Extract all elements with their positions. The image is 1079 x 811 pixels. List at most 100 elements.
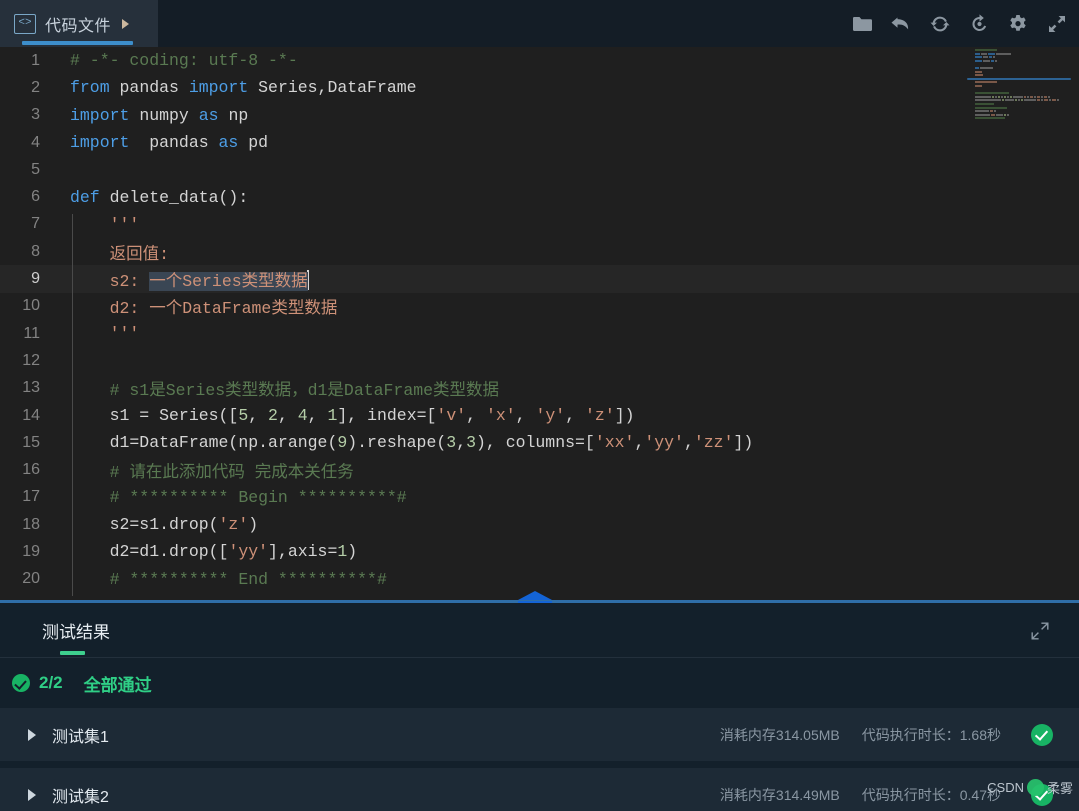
code-line[interactable]: 6 def delete_data(): bbox=[0, 183, 1079, 210]
code-token: from bbox=[70, 78, 120, 98]
chevron-right-icon[interactable] bbox=[28, 788, 36, 801]
expand-diagonal-icon[interactable] bbox=[1029, 620, 1051, 642]
code-line[interactable]: 5 bbox=[0, 156, 1079, 183]
code-token: ]) bbox=[614, 406, 635, 425]
code-token: 4 bbox=[297, 406, 308, 425]
code-token: , bbox=[307, 406, 328, 425]
code-token: np bbox=[228, 105, 249, 125]
code-line[interactable]: 11 ''' bbox=[0, 320, 1079, 347]
folder-icon[interactable] bbox=[850, 12, 874, 36]
gutter-spacer bbox=[46, 74, 70, 101]
code-lines[interactable]: 1 # -*- coding: utf-8 -*- 2 from pandas imp… bbox=[0, 47, 1079, 602]
mudu-ide-window: <> 代码文件 1 # -*- coding: utf-8 -*- 2 from… bbox=[0, 0, 1079, 811]
line-number: 5 bbox=[31, 160, 40, 178]
code-token: 2 bbox=[268, 406, 278, 425]
code-line[interactable]: 9 s2: 一个Series类型数据 bbox=[0, 265, 1079, 293]
gutter-spacer bbox=[46, 456, 70, 483]
code-token: delete_data(): bbox=[109, 187, 249, 207]
chevron-up-icon bbox=[518, 591, 552, 600]
line-number: 3 bbox=[31, 106, 40, 124]
code-token: # ********** Begin **********# bbox=[70, 487, 407, 507]
expand-icon[interactable] bbox=[1045, 12, 1069, 36]
gutter-spacer bbox=[46, 402, 70, 429]
test-results-panel: 测试结果 2/2 全部通过 测试集1 消耗内存314.05MB 代码执行时长：1.6… bbox=[0, 603, 1079, 811]
code-token: # ********** End **********# bbox=[70, 569, 387, 589]
gutter-spacer bbox=[46, 484, 70, 511]
code-line-text: ''' bbox=[70, 215, 140, 234]
line-number: 8 bbox=[31, 242, 40, 260]
test-row-name: 测试集1 bbox=[52, 728, 109, 746]
code-token: ], index=[ bbox=[337, 406, 437, 425]
line-number: 13 bbox=[22, 379, 40, 397]
line-number: 7 bbox=[31, 215, 40, 233]
code-token: 5 bbox=[238, 406, 249, 425]
code-token: 1 bbox=[337, 542, 348, 562]
code-token: , bbox=[565, 406, 586, 425]
triangle-right-icon[interactable] bbox=[122, 18, 130, 29]
line-number: 14 bbox=[22, 406, 40, 424]
code-token: ) bbox=[347, 542, 358, 562]
code-line[interactable]: 20 # ********** End **********# bbox=[0, 566, 1079, 593]
code-line[interactable]: 17 # ********** Begin **********# bbox=[0, 484, 1079, 511]
code-line[interactable]: 2 from pandas import Series,DataFrame bbox=[0, 74, 1079, 101]
code-line[interactable]: 1 # -*- coding: utf-8 -*- bbox=[0, 47, 1079, 74]
code-line-text: # ********** End **********# bbox=[70, 570, 387, 589]
code-token: 'x' bbox=[485, 406, 516, 425]
code-line[interactable]: 18 s2=s1.drop('z') bbox=[0, 511, 1079, 538]
code-line-text: d2=d1.drop(['yy'],axis=1) bbox=[70, 542, 358, 562]
gutter-spacer bbox=[46, 347, 70, 374]
restore-icon[interactable] bbox=[967, 12, 991, 36]
code-line-text: # 请在此添加代码 完成本关任务 bbox=[70, 458, 354, 482]
code-line[interactable]: 15 d1=DataFrame(np.arange(9).reshape(3,3… bbox=[0, 429, 1079, 456]
code-line[interactable]: 8 返回值: bbox=[0, 238, 1079, 265]
gutter-spacer bbox=[46, 429, 70, 456]
code-line[interactable]: 10 d2: 一个DataFrame类型数据 bbox=[0, 293, 1079, 320]
gutter-spacer bbox=[46, 183, 70, 210]
status-badge bbox=[1031, 783, 1053, 806]
gear-icon[interactable] bbox=[1006, 12, 1030, 36]
test-row[interactable]: 测试集2 消耗内存314.49MB 代码执行时长：0.47秒 bbox=[0, 768, 1079, 811]
code-token: ''' bbox=[70, 324, 140, 344]
code-line[interactable]: 14 s1 = Series([5, 2, 4, 1], index=['v',… bbox=[0, 402, 1079, 429]
code-line[interactable]: 4 import pandas as pd bbox=[0, 129, 1079, 156]
refresh-icon[interactable] bbox=[928, 12, 952, 36]
gutter-spacer bbox=[46, 238, 70, 265]
code-token: 1 bbox=[327, 406, 338, 425]
test-row-meta: 消耗内存314.49MB 代码执行时长：0.47秒 bbox=[720, 783, 1079, 806]
code-line[interactable]: 7 ''' bbox=[0, 211, 1079, 238]
code-token: def bbox=[70, 187, 110, 207]
code-line[interactable]: 19 d2=d1.drop(['yy'],axis=1) bbox=[0, 538, 1079, 565]
gutter-spacer bbox=[46, 320, 70, 347]
gutter-spacer bbox=[46, 293, 70, 320]
code-token: # -*- coding: utf-8 -*- bbox=[70, 51, 298, 71]
test-row[interactable]: 测试集1 消耗内存314.05MB 代码执行时长：1.68秒 bbox=[0, 708, 1079, 761]
tab-test-results[interactable]: 测试结果 bbox=[42, 603, 110, 658]
chevron-right-icon[interactable] bbox=[28, 728, 36, 741]
code-token: # 请在此添加代码 完成本关任务 bbox=[70, 463, 354, 483]
code-token: d2=d1.drop([ bbox=[70, 542, 229, 562]
line-number: 4 bbox=[31, 133, 40, 151]
gutter-spacer bbox=[46, 265, 70, 292]
code-token: 3 bbox=[466, 433, 476, 453]
test-row-list: 测试集1 消耗内存314.05MB 代码执行时长：1.68秒测试集2 消耗内存314.… bbox=[0, 708, 1079, 811]
tab-test-results-label: 测试结果 bbox=[42, 622, 110, 642]
code-token: 'v' bbox=[436, 406, 467, 425]
line-number: 16 bbox=[22, 461, 40, 479]
undo-icon[interactable] bbox=[889, 12, 913, 36]
line-number: 11 bbox=[23, 324, 40, 342]
test-summary-count: 2/2 bbox=[39, 673, 63, 692]
code-line[interactable]: 13 # s1是Series类型数据，d1是DataFrame类型数据 bbox=[0, 375, 1079, 402]
code-line-text: s2: 一个Series类型数据 bbox=[70, 267, 309, 292]
tab-code-file[interactable]: <> 代码文件 bbox=[0, 0, 158, 47]
line-number: 17 bbox=[22, 488, 40, 506]
code-token: pandas bbox=[139, 133, 219, 153]
code-token: s1 = Series([ bbox=[70, 406, 239, 425]
code-token: Series,DataFrame bbox=[258, 78, 417, 98]
code-editor[interactable]: 1 # -*- coding: utf-8 -*- 2 from pandas imp… bbox=[0, 47, 1079, 602]
code-line[interactable]: 3 import numpy as np bbox=[0, 102, 1079, 129]
test-summary-text: 全部通过 bbox=[83, 675, 152, 695]
code-token: , bbox=[466, 406, 486, 425]
code-line[interactable]: 12 bbox=[0, 347, 1079, 374]
code-token: # s1是Series类型数据，d1是DataFrame类型数据 bbox=[70, 381, 500, 401]
code-line[interactable]: 16 # 请在此添加代码 完成本关任务 bbox=[0, 456, 1079, 483]
